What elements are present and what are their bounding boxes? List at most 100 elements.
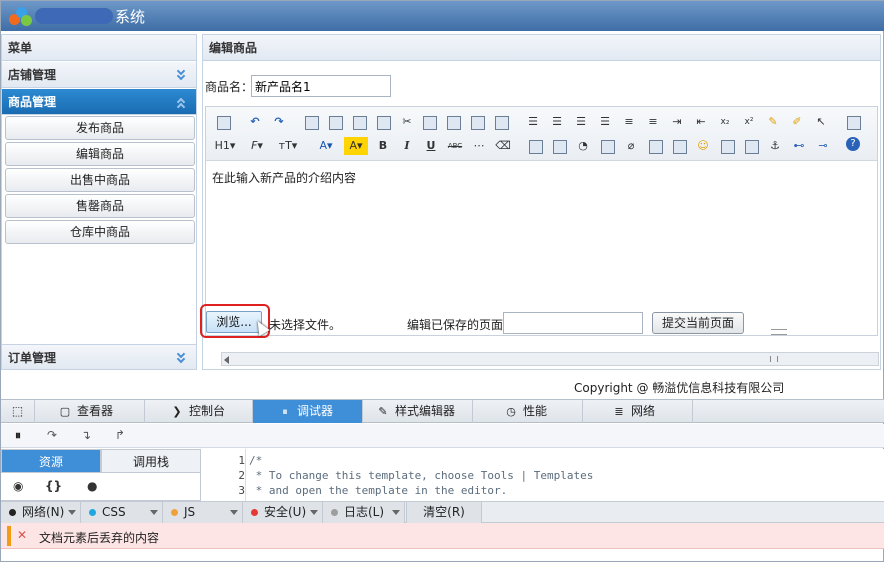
- step-over-icon[interactable]: ↷: [47, 428, 57, 442]
- heading-dropdown[interactable]: H1▾: [212, 137, 238, 155]
- sidebar-item-warehouse[interactable]: 仓库中商品: [5, 220, 195, 244]
- step-in-icon[interactable]: ↴: [81, 428, 91, 442]
- italic-button[interactable]: I: [398, 137, 416, 155]
- map-icon[interactable]: [718, 137, 736, 155]
- sidebar-item-publish[interactable]: 发布商品: [5, 116, 195, 140]
- eye-icon[interactable]: ◉: [13, 479, 23, 493]
- style-editor-icon: ✎: [378, 405, 388, 418]
- blackbox-icon[interactable]: ●: [87, 479, 97, 493]
- align-right-icon[interactable]: ☰: [572, 113, 590, 131]
- resize-handle-icon[interactable]: [771, 329, 787, 335]
- sidebar-item-edit[interactable]: 编辑商品: [5, 142, 195, 166]
- console-icon: ❯: [172, 405, 182, 418]
- tab-network[interactable]: ≣ 网络: [583, 400, 693, 423]
- sidebar-item-on-sale[interactable]: 出售中商品: [5, 168, 195, 192]
- product-name-input[interactable]: [251, 75, 391, 97]
- source-icon[interactable]: [214, 113, 232, 131]
- tab-sources[interactable]: 资源: [1, 449, 101, 473]
- preview-icon[interactable]: [302, 113, 320, 131]
- indent-icon[interactable]: ⇥: [668, 113, 686, 131]
- select-all-icon[interactable]: ✐: [788, 113, 806, 131]
- help-icon[interactable]: ?: [846, 137, 860, 151]
- underline-button[interactable]: U: [422, 137, 440, 155]
- horizontal-scrollbar[interactable]: [221, 352, 879, 366]
- sidebar-group-orders[interactable]: 订单管理: [2, 344, 196, 370]
- undo-icon[interactable]: ↶: [246, 113, 264, 131]
- element-picker-icon[interactable]: ⬚: [1, 400, 35, 423]
- bold-button[interactable]: B: [374, 137, 392, 155]
- filter-css[interactable]: CSS: [81, 502, 163, 523]
- scroll-left-icon[interactable]: [224, 356, 229, 364]
- superscript-icon[interactable]: x²: [740, 113, 758, 131]
- filter-js[interactable]: JS: [163, 502, 243, 523]
- link-icon[interactable]: ⊷: [790, 137, 808, 155]
- emoticon-icon[interactable]: ☺: [694, 137, 712, 155]
- template-icon[interactable]: [350, 113, 368, 131]
- code-icon[interactable]: [374, 113, 392, 131]
- dropdown-arrow-icon: [310, 510, 318, 515]
- scroll-grip-icon[interactable]: [770, 356, 778, 362]
- table-icon[interactable]: [646, 137, 664, 155]
- flash-icon[interactable]: ◔: [574, 137, 592, 155]
- filter-label: JS: [184, 505, 196, 519]
- eraser-icon[interactable]: ⌫: [494, 137, 512, 155]
- tab-label: 调试器: [297, 404, 334, 418]
- highlight-color-icon[interactable]: A▾: [344, 137, 368, 155]
- tab-call-stack[interactable]: 调用栈: [101, 449, 201, 473]
- border-icon[interactable]: ⋯: [470, 137, 488, 155]
- align-center-icon[interactable]: ☰: [548, 113, 566, 131]
- fullscreen-icon[interactable]: [844, 113, 862, 131]
- hr-icon[interactable]: [670, 137, 688, 155]
- main-panel: 编辑商品 商品名： ↶ ↷ ✂ ☰ ☰ ☰ ☰: [200, 34, 881, 370]
- attachment-icon[interactable]: ⌀: [622, 137, 640, 155]
- outdent-icon[interactable]: ⇤: [692, 113, 710, 131]
- unordered-list-icon[interactable]: ≡: [644, 113, 662, 131]
- paste-icon[interactable]: [444, 113, 462, 131]
- tab-inspector[interactable]: ▢ 查看器: [35, 400, 145, 423]
- media-icon[interactable]: [598, 137, 616, 155]
- align-justify-icon[interactable]: ☰: [596, 113, 614, 131]
- paste-word-icon[interactable]: [492, 113, 510, 131]
- tab-debugger[interactable]: ⏸ 调试器: [253, 400, 363, 423]
- anchor-icon[interactable]: ⚓: [766, 137, 784, 155]
- image-icon[interactable]: [526, 137, 544, 155]
- redo-icon[interactable]: ↷: [270, 113, 288, 131]
- sidebar-group-store[interactable]: 店铺管理: [2, 62, 196, 88]
- source-tabs: 资源 调用栈: [1, 449, 201, 473]
- font-family-dropdown[interactable]: F▾: [246, 137, 268, 155]
- clear-console-button[interactable]: 清空(R): [406, 502, 482, 523]
- clear-format-icon[interactable]: ✎: [764, 113, 782, 131]
- pretty-print-icon[interactable]: {}: [45, 479, 62, 493]
- strikethrough-button[interactable]: ABC: [446, 137, 464, 155]
- print-icon[interactable]: [326, 113, 344, 131]
- tab-performance[interactable]: ◷ 性能: [473, 400, 583, 423]
- multi-image-icon[interactable]: [550, 137, 568, 155]
- editor-content[interactable]: 在此输入新产品的介绍内容: [212, 169, 356, 186]
- sidebar-item-sold-out[interactable]: 售罄商品: [5, 194, 195, 218]
- submit-page-button[interactable]: 提交当前页面: [652, 312, 744, 334]
- align-left-icon[interactable]: ☰: [524, 113, 542, 131]
- paste-text-icon[interactable]: [468, 113, 486, 131]
- filter-security[interactable]: 安全(U): [243, 502, 323, 523]
- pause-icon[interactable]: ⏸: [15, 428, 21, 443]
- pointer-icon[interactable]: ↖: [812, 113, 830, 131]
- unlink-icon[interactable]: ⊸: [814, 137, 832, 155]
- filter-log[interactable]: 日志(L): [323, 502, 405, 523]
- cut-icon[interactable]: ✂: [398, 113, 416, 131]
- step-out-icon[interactable]: ↱: [115, 428, 125, 442]
- filter-label: 网络(N): [22, 505, 65, 519]
- app-window: 系统 菜单 店铺管理 商品管理 发布商品 编辑商品 出售中商品 售罄商品 仓库中…: [0, 0, 884, 562]
- saved-page-input[interactable]: [503, 312, 643, 334]
- tab-style-editor[interactable]: ✎ 样式编辑器: [363, 400, 473, 423]
- copy-icon[interactable]: [420, 113, 438, 131]
- subscript-icon[interactable]: x₂: [716, 113, 734, 131]
- font-color-icon[interactable]: A▾: [314, 137, 338, 155]
- tab-console[interactable]: ❯ 控制台: [145, 400, 253, 423]
- sidebar-group-products[interactable]: 商品管理: [2, 89, 196, 115]
- dropdown-arrow-icon: [150, 510, 158, 515]
- ordered-list-icon[interactable]: ≡: [620, 113, 638, 131]
- font-size-dropdown[interactable]: тT▾: [276, 137, 300, 155]
- page-break-icon[interactable]: [742, 137, 760, 155]
- filter-network[interactable]: 网络(N): [1, 502, 81, 523]
- code-view[interactable]: 1 /* 2 * To change this template, choose…: [201, 449, 884, 501]
